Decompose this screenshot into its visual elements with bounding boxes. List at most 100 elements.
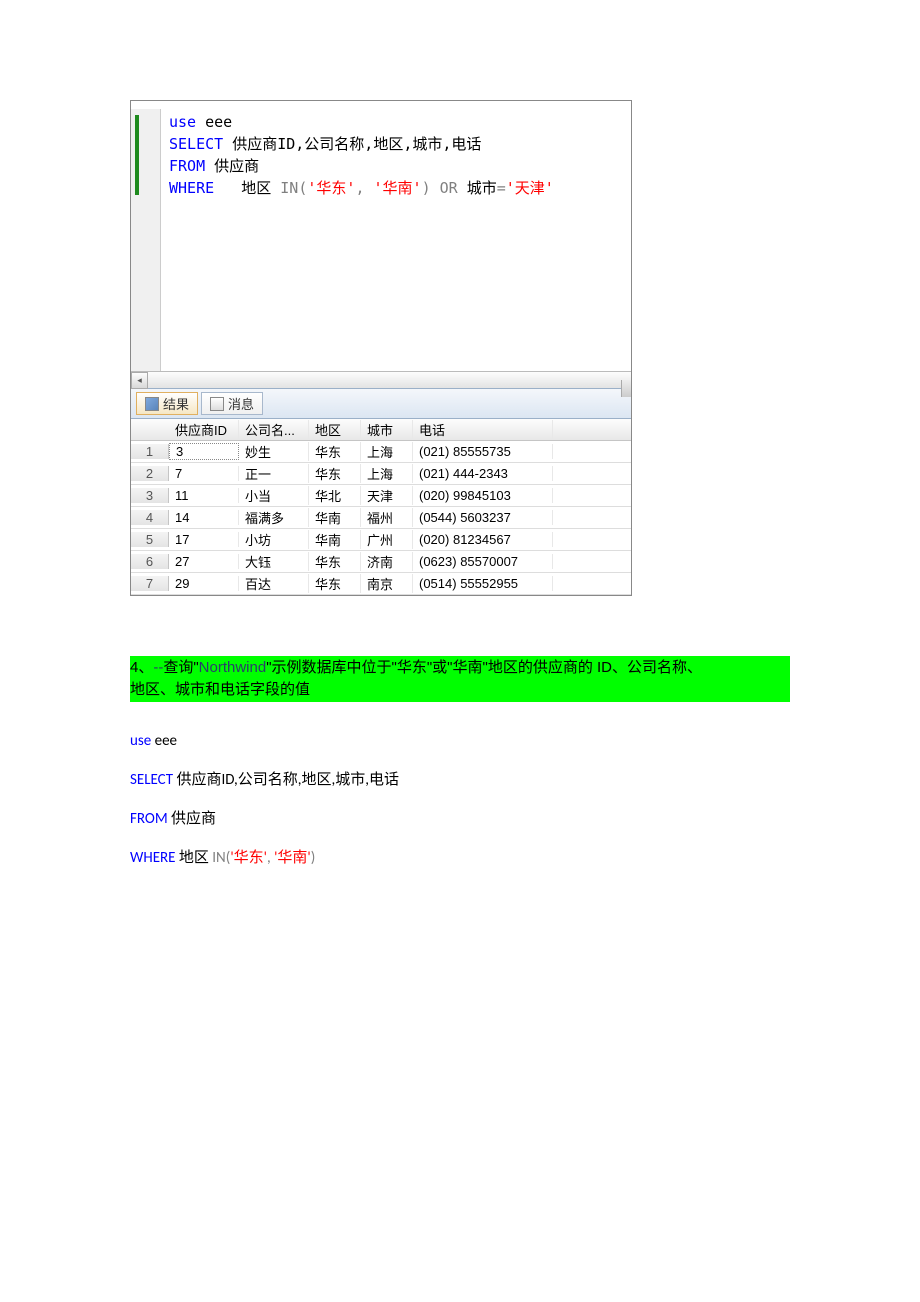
table-cell[interactable]: 华东: [309, 574, 361, 593]
table-cell[interactable]: 正一: [239, 464, 309, 483]
table-row[interactable]: 517小坊华南广州(020) 81234567: [131, 529, 631, 551]
answer-code: use eee SELECT 供应商ID,公司名称,地区,城市,电话 FROM …: [130, 722, 790, 878]
grid-icon: [145, 397, 159, 411]
table-cell[interactable]: 华南: [309, 508, 361, 527]
col-header[interactable]: 公司名...: [239, 420, 309, 439]
sql-ide-screenshot: use eee SELECT 供应商ID,公司名称,地区,城市,电话 FROM …: [130, 100, 632, 596]
col-header[interactable]: 电话: [413, 420, 553, 439]
row-number[interactable]: 6: [131, 554, 169, 569]
scroll-left-button[interactable]: ◂: [131, 372, 148, 389]
use-arg: eee: [151, 732, 177, 750]
table-cell[interactable]: 华东: [309, 552, 361, 571]
equals: =: [497, 179, 506, 197]
table-row[interactable]: 27正一华东上海(021) 444-2343: [131, 463, 631, 485]
table-row[interactable]: 627大钰华东济南(0623) 85570007: [131, 551, 631, 573]
table-row[interactable]: 729百达华东南京(0514) 55552955: [131, 573, 631, 595]
select-cols: 供应商ID,公司名称,地区,城市,电话: [173, 771, 399, 789]
where-col: 地区: [175, 849, 212, 867]
table-cell[interactable]: 17: [169, 532, 239, 547]
table-cell[interactable]: 福州: [361, 508, 413, 527]
comma: ,: [267, 849, 274, 867]
tab-results[interactable]: 结果: [136, 392, 198, 415]
scroll-thumb[interactable]: [621, 380, 631, 397]
table-cell[interactable]: 27: [169, 554, 239, 569]
string-huanan: '华南': [374, 179, 422, 197]
col-header[interactable]: 地区: [309, 420, 361, 439]
table-cell[interactable]: 天津: [361, 486, 413, 505]
table-cell[interactable]: 上海: [361, 464, 413, 483]
table-cell[interactable]: 华南: [309, 530, 361, 549]
table-cell[interactable]: (0623) 85570007: [413, 554, 553, 569]
row-number[interactable]: 4: [131, 510, 169, 525]
row-number[interactable]: 3: [131, 488, 169, 503]
line-gutter: [131, 109, 161, 371]
paren-close: ): [422, 179, 440, 197]
table-cell[interactable]: (0514) 55552955: [413, 576, 553, 591]
table-cell[interactable]: 7: [169, 466, 239, 481]
keyword-or: OR: [440, 179, 458, 197]
keyword-select: SELECT: [169, 135, 223, 153]
table-row[interactable]: 311小当华北天津(020) 99845103: [131, 485, 631, 507]
kw-in: IN: [212, 849, 225, 867]
table-cell[interactable]: 福满多: [239, 508, 309, 527]
table-cell[interactable]: 百达: [239, 574, 309, 593]
table-cell[interactable]: 华东: [309, 464, 361, 483]
code-editor: use eee SELECT 供应商ID,公司名称,地区,城市,电话 FROM …: [131, 101, 631, 371]
table-cell[interactable]: 11: [169, 488, 239, 503]
answer-line-use: use eee: [130, 722, 790, 761]
table-cell[interactable]: 华东: [309, 442, 361, 461]
results-tabs: 结果 消息: [131, 388, 631, 419]
keyword-where: WHERE: [169, 179, 214, 197]
question-line2: 地区、城市和电话字段的值: [130, 681, 310, 698]
keyword-in: IN: [280, 179, 298, 197]
question-text: 查询": [163, 659, 198, 676]
table-cell[interactable]: 妙生: [239, 442, 309, 461]
tab-messages[interactable]: 消息: [201, 392, 263, 415]
table-cell[interactable]: 南京: [361, 574, 413, 593]
col-header[interactable]: 供应商ID: [169, 420, 239, 439]
row-number[interactable]: 7: [131, 576, 169, 591]
results-grid: 供应商ID 公司名... 地区 城市 电话 13妙生华东上海(021) 8555…: [131, 419, 631, 595]
table-row[interactable]: 13妙生华东上海(021) 85555735: [131, 441, 631, 463]
table-row[interactable]: 414福满多华南福州(0544) 5603237: [131, 507, 631, 529]
where-column: 地区: [214, 179, 280, 197]
question-4: 4、--查询"Northwind"示例数据库中位于"华东"或"华南"地区的供应商…: [130, 656, 790, 702]
table-cell[interactable]: 小坊: [239, 530, 309, 549]
string-huadong: '华东': [307, 179, 355, 197]
table-cell[interactable]: 3: [169, 443, 239, 460]
tab-messages-label: 消息: [228, 394, 254, 413]
grid-header-row: 供应商ID 公司名... 地区 城市 电话: [131, 419, 631, 441]
sql-code: use eee SELECT 供应商ID,公司名称,地区,城市,电话 FROM …: [161, 109, 562, 371]
kw-select: SELECT: [130, 771, 173, 789]
keyword-from: FROM: [169, 157, 205, 175]
doc-icon: [210, 397, 224, 411]
table-cell[interactable]: (021) 85555735: [413, 444, 553, 459]
table-cell[interactable]: (020) 81234567: [413, 532, 553, 547]
answer-line-from: FROM 供应商: [130, 800, 790, 839]
table-cell[interactable]: (0544) 5603237: [413, 510, 553, 525]
city-column: 城市: [458, 179, 497, 197]
col-header[interactable]: 城市: [361, 420, 413, 439]
table-cell[interactable]: 小当: [239, 486, 309, 505]
table-cell[interactable]: (021) 444-2343: [413, 466, 553, 481]
str2: '华南': [274, 849, 311, 867]
table-cell[interactable]: 29: [169, 576, 239, 591]
table-cell[interactable]: 上海: [361, 442, 413, 461]
question-number: 4、: [130, 659, 153, 676]
table-cell[interactable]: 大钰: [239, 552, 309, 571]
str1: '华东': [230, 849, 267, 867]
tab-results-label: 结果: [163, 394, 189, 413]
kw-use: use: [130, 732, 151, 750]
northwind-word: Northwind: [199, 659, 267, 676]
row-number[interactable]: 2: [131, 466, 169, 481]
from-tbl: 供应商: [168, 810, 216, 828]
horizontal-scrollbar[interactable]: ◂: [131, 371, 631, 388]
row-number[interactable]: 1: [131, 444, 169, 459]
row-number[interactable]: 5: [131, 532, 169, 547]
table-cell[interactable]: 华北: [309, 486, 361, 505]
table-cell[interactable]: 广州: [361, 530, 413, 549]
table-cell[interactable]: (020) 99845103: [413, 488, 553, 503]
table-cell[interactable]: 济南: [361, 552, 413, 571]
table-cell[interactable]: 14: [169, 510, 239, 525]
question-text-cont: "示例数据库中位于"华东"或"华南"地区的供应商的 ID、公司名称、: [266, 659, 702, 676]
